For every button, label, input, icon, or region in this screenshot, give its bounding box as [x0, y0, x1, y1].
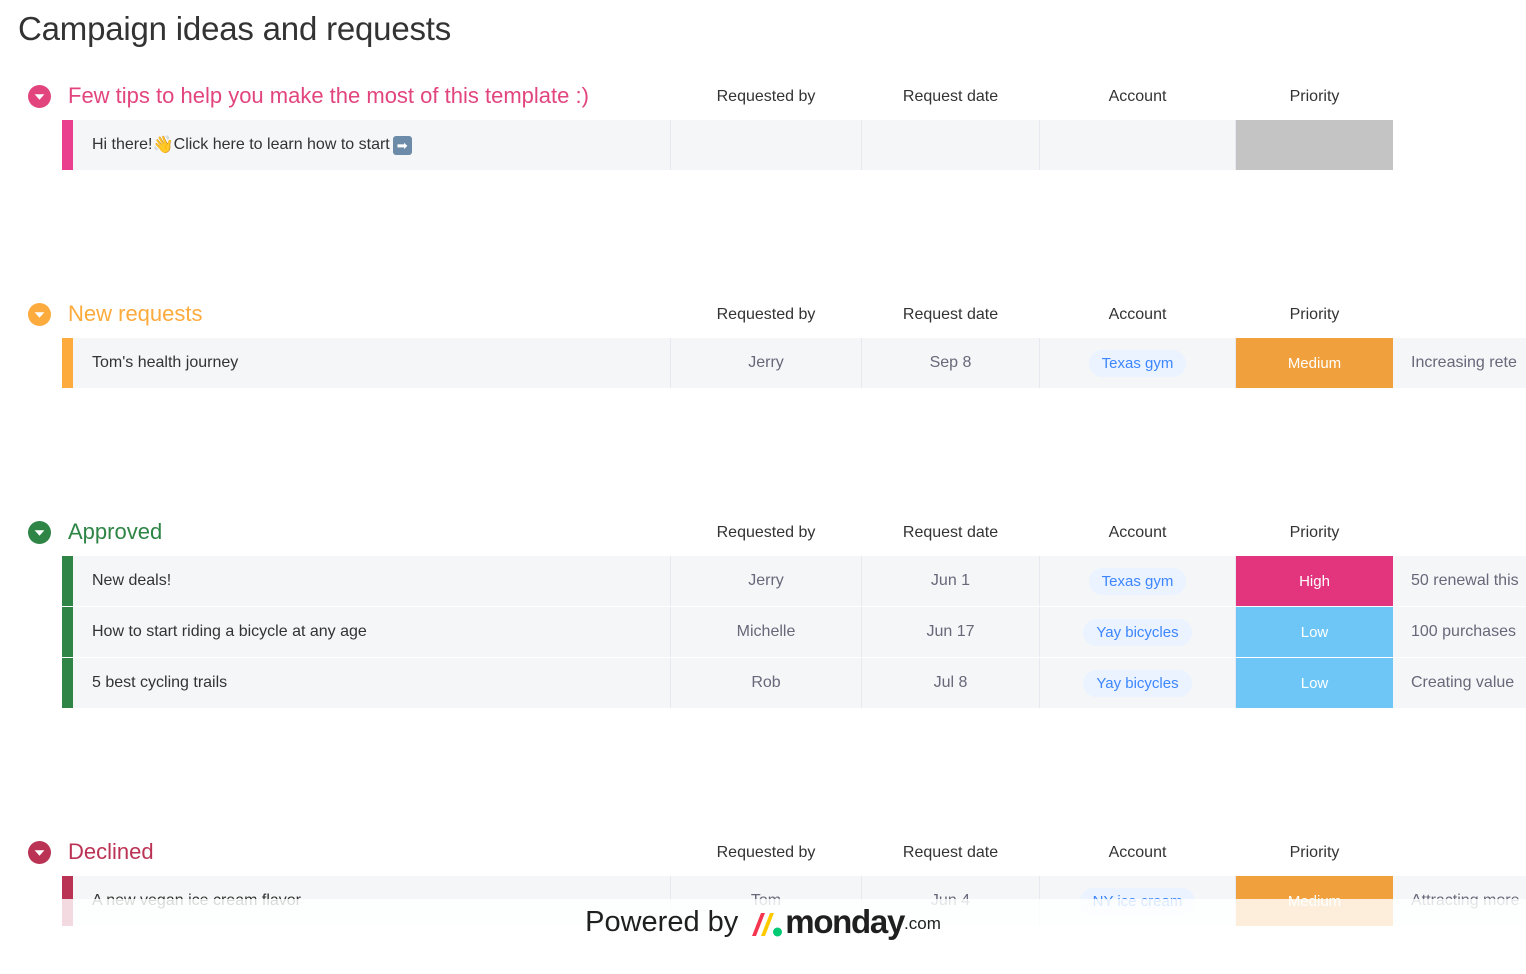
cell-item-name[interactable]: New deals!: [73, 556, 671, 606]
cell-request-date[interactable]: Jun 17: [862, 607, 1040, 657]
column-header-account[interactable]: Account: [1040, 840, 1235, 866]
group-title[interactable]: Declined: [68, 838, 154, 866]
column-header-priority[interactable]: Priority: [1236, 302, 1393, 328]
page-title: Campaign ideas and requests: [18, 10, 452, 47]
group-new-requests: New requests Requested by Request date A…: [0, 300, 1526, 389]
cell-item-name[interactable]: Hi there! 👋 Click here to learn how to st…: [73, 120, 671, 170]
chevron-down-icon: [34, 529, 45, 536]
group-approved: Approved Requested by Request date Accou…: [0, 518, 1526, 709]
cell-account[interactable]: Yay bicycles: [1040, 607, 1236, 657]
cell-account[interactable]: Texas gym: [1040, 338, 1236, 388]
column-header-request-date[interactable]: Request date: [862, 84, 1039, 110]
row-color-bar: [62, 607, 73, 657]
cell-requested-by[interactable]: [671, 120, 862, 170]
column-header-request-date[interactable]: Request date: [862, 520, 1039, 546]
monday-logo: monday .com: [749, 902, 941, 940]
group-title[interactable]: New requests: [68, 300, 203, 328]
cell-requested-by[interactable]: Michelle: [671, 607, 862, 657]
row-color-bar: [62, 556, 73, 606]
cell-priority[interactable]: High: [1236, 556, 1393, 606]
group-header: Few tips to help you make the most of th…: [0, 82, 1526, 120]
monday-wordmark: monday: [785, 902, 905, 940]
cell-requested-by[interactable]: Rob: [671, 658, 862, 708]
tip-text-suffix: Click here to learn how to start: [173, 136, 390, 153]
cell-item-name[interactable]: How to start riding a bicycle at any age: [73, 607, 671, 657]
monday-tld: .com: [904, 913, 941, 933]
cell-notes[interactable]: Increasing rete: [1393, 338, 1526, 388]
chevron-down-icon: [34, 311, 45, 318]
powered-by-label: Powered by: [585, 906, 739, 939]
cell-request-date[interactable]: Jun 1: [862, 556, 1040, 606]
cell-account[interactable]: Texas gym: [1040, 556, 1236, 606]
cell-requested-by[interactable]: Jerry: [671, 556, 862, 606]
group-header: Approved Requested by Request date Accou…: [0, 518, 1526, 556]
group-tips: Few tips to help you make the most of th…: [0, 82, 1526, 171]
cell-request-date[interactable]: Sep 8: [862, 338, 1040, 388]
cell-priority[interactable]: Medium: [1236, 338, 1393, 388]
cell-request-date[interactable]: Jul 8: [862, 658, 1040, 708]
account-pill[interactable]: Yay bicycles: [1083, 618, 1192, 646]
column-header-account[interactable]: Account: [1040, 84, 1235, 110]
cell-priority[interactable]: [1236, 120, 1393, 170]
row-color-bar: [62, 120, 73, 170]
group-collapse-toggle[interactable]: [28, 841, 51, 864]
group-title[interactable]: Few tips to help you make the most of th…: [68, 82, 589, 110]
table-row[interactable]: 5 best cycling trails Rob Jul 8 Yay bicy…: [0, 658, 1526, 708]
column-header-requested-by[interactable]: Requested by: [671, 840, 861, 866]
column-header-requested-by[interactable]: Requested by: [671, 302, 861, 328]
cell-item-name[interactable]: Tom's health journey: [73, 338, 671, 388]
group-rows: Hi there! 👋 Click here to learn how to st…: [0, 120, 1526, 170]
row-color-bar: [62, 338, 73, 388]
group-rows: New deals! Jerry Jun 1 Texas gym High 50…: [0, 556, 1526, 708]
cell-requested-by[interactable]: Jerry: [671, 338, 862, 388]
cell-item-name[interactable]: 5 best cycling trails: [73, 658, 671, 708]
powered-by-watermark: Powered by monday .com: [0, 899, 1526, 945]
cell-request-date[interactable]: [862, 120, 1040, 170]
account-pill[interactable]: Texas gym: [1088, 567, 1187, 595]
group-collapse-toggle[interactable]: [28, 85, 51, 108]
table-row[interactable]: New deals! Jerry Jun 1 Texas gym High 50…: [0, 556, 1526, 606]
column-header-account[interactable]: Account: [1040, 520, 1235, 546]
table-row[interactable]: Hi there! 👋 Click here to learn how to st…: [0, 120, 1526, 170]
column-header-priority[interactable]: Priority: [1236, 84, 1393, 110]
board-page: Campaign ideas and requests Few tips to …: [0, 0, 1526, 974]
chevron-down-icon: [34, 849, 45, 856]
group-header: Declined Requested by Request date Accou…: [0, 838, 1526, 876]
cell-notes[interactable]: 50 renewal this: [1393, 556, 1526, 606]
cell-notes[interactable]: Creating value: [1393, 658, 1526, 708]
table-row[interactable]: How to start riding a bicycle at any age…: [0, 607, 1526, 657]
column-header-priority[interactable]: Priority: [1236, 520, 1393, 546]
cell-account[interactable]: Yay bicycles: [1040, 658, 1236, 708]
group-header: New requests Requested by Request date A…: [0, 300, 1526, 338]
waving-hand-icon: 👋: [152, 135, 174, 154]
chevron-down-icon: [34, 93, 45, 100]
column-header-request-date[interactable]: Request date: [862, 302, 1039, 328]
column-header-priority[interactable]: Priority: [1236, 840, 1393, 866]
column-header-requested-by[interactable]: Requested by: [671, 520, 861, 546]
account-pill[interactable]: Texas gym: [1088, 349, 1187, 377]
group-rows: Tom's health journey Jerry Sep 8 Texas g…: [0, 338, 1526, 388]
monday-bars-icon: [752, 913, 783, 937]
cell-notes[interactable]: [1393, 120, 1526, 170]
group-collapse-toggle[interactable]: [28, 303, 51, 326]
cell-notes[interactable]: 100 purchases: [1393, 607, 1526, 657]
right-arrow-icon: ➡: [392, 135, 412, 155]
group-collapse-toggle[interactable]: [28, 521, 51, 544]
group-title[interactable]: Approved: [68, 518, 162, 546]
tip-text-prefix: Hi there!: [92, 136, 153, 153]
table-row[interactable]: Tom's health journey Jerry Sep 8 Texas g…: [0, 338, 1526, 388]
account-pill[interactable]: Yay bicycles: [1083, 669, 1192, 697]
cell-priority[interactable]: Low: [1236, 658, 1393, 708]
cell-priority[interactable]: Low: [1236, 607, 1393, 657]
column-header-request-date[interactable]: Request date: [862, 840, 1039, 866]
column-header-requested-by[interactable]: Requested by: [671, 84, 861, 110]
column-header-account[interactable]: Account: [1040, 302, 1235, 328]
cell-account[interactable]: [1040, 120, 1236, 170]
row-color-bar: [62, 658, 73, 708]
